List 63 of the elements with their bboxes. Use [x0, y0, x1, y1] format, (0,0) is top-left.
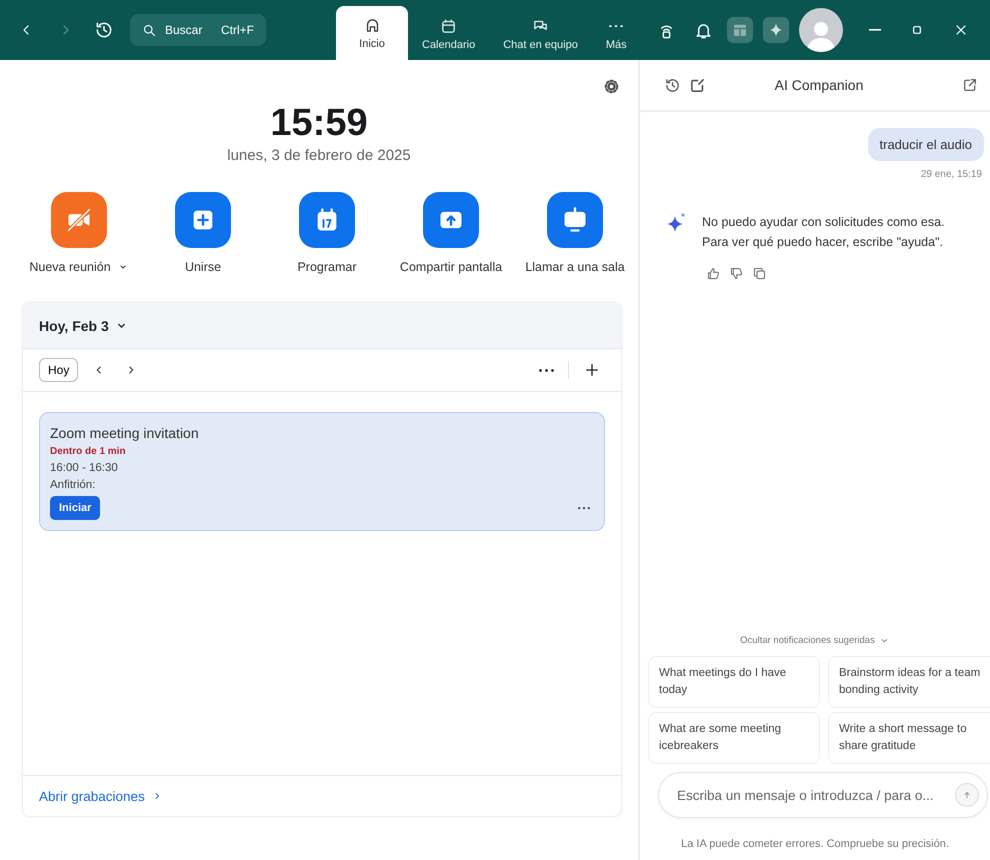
nav-tab[interactable]: Inicio [336, 6, 408, 60]
search-icon [142, 22, 157, 38]
thumbs-up-icon [706, 266, 721, 281]
more-icon [539, 368, 554, 372]
sparkle-icon [666, 212, 686, 234]
action-tile[interactable] [547, 192, 603, 248]
more-icon [609, 24, 624, 28]
meeting-time: 16:00 - 16:30 [50, 462, 119, 474]
user-message: traducir el audio [868, 128, 984, 161]
thumbs-down-icon [729, 266, 744, 281]
recordings-link[interactable]: Abrir grabaciones [39, 788, 163, 804]
action-label: Unirse [184, 260, 222, 274]
copy-icon [752, 266, 767, 281]
action-label: Programar [297, 260, 357, 274]
ai-message: No puedo ayudar con solicitudes como esa. Para ver qué puedo hacer, escribe "ayuda". [702, 214, 945, 251]
panel-title: AI Companion [774, 77, 864, 93]
action-tile[interactable] [175, 192, 231, 248]
calendar-icon [440, 18, 458, 34]
start-button[interactable]: Iniciar [50, 496, 100, 520]
suggestion-chip[interactable]: Brainstorm ideas for a team bonding activity [828, 656, 990, 708]
gear-icon [603, 78, 620, 95]
search-field[interactable]: Buscar Ctrl+F [130, 14, 266, 46]
dislike-button[interactable] [729, 266, 744, 281]
minimize-icon [868, 29, 881, 31]
pop-out-button[interactable] [962, 77, 978, 93]
suggestions-toggle[interactable]: Ocultar notificaciones sugeridas [736, 631, 894, 650]
plus-icon [583, 361, 601, 379]
nav-tab[interactable]: Más [592, 8, 641, 60]
date-label: lunes, 3 de febrero de 2025 [226, 147, 412, 164]
action-label: Llamar a una sala [525, 260, 625, 274]
like-button[interactable] [706, 266, 721, 281]
meeting-status: Dentro de 1 min [50, 446, 127, 457]
action-tile[interactable] [423, 192, 479, 248]
avatar[interactable] [798, 8, 843, 52]
clock-time: 15:59 [269, 102, 369, 145]
ai-button[interactable] [762, 17, 789, 43]
composer-box[interactable]: Escriba un mensaje o introduzca / para o... [658, 772, 988, 818]
external-link-icon [962, 77, 978, 93]
action-label: Nueva reunión [29, 260, 111, 274]
calendar-title[interactable]: Hoy, Feb 3 [39, 318, 109, 334]
compose-icon [689, 76, 706, 94]
meeting-title: Zoom meeting invitation [50, 425, 200, 441]
nav-tab[interactable]: Chat en equipo [489, 8, 592, 60]
copy-button[interactable] [752, 266, 767, 281]
apps-button[interactable] [726, 17, 753, 43]
action-label: Compartir pantalla [400, 260, 502, 274]
disclaimer: La IA puede cometer errores. Compruebe su precisión. [680, 838, 950, 850]
history-icon [94, 20, 114, 40]
video-off-icon [65, 206, 93, 234]
more-icon [578, 506, 590, 510]
host-label: Anfitrión: [50, 479, 96, 491]
action-tile[interactable] [299, 192, 355, 248]
history-button[interactable] [664, 76, 681, 94]
suggestion-chip[interactable]: What meetings do I have today [648, 656, 820, 708]
history-icon [664, 76, 681, 94]
suggestion-chip[interactable]: Write a short message to share gratitude [828, 712, 990, 764]
message-time: 29 ene, 15:19 [920, 169, 982, 180]
suggestion-chip[interactable]: What are some meeting icebreakers [648, 712, 820, 764]
today-button[interactable]: Hoy [39, 358, 78, 382]
new-chat-button[interactable] [689, 76, 706, 94]
action-tile[interactable] [51, 192, 107, 248]
nav-tab[interactable]: Calendario [408, 8, 490, 60]
meeting-card[interactable]: Zoom meeting invitation Dentro de 1 min 16:00 - 16:30 Anfitrión: Iniciar [39, 412, 605, 531]
